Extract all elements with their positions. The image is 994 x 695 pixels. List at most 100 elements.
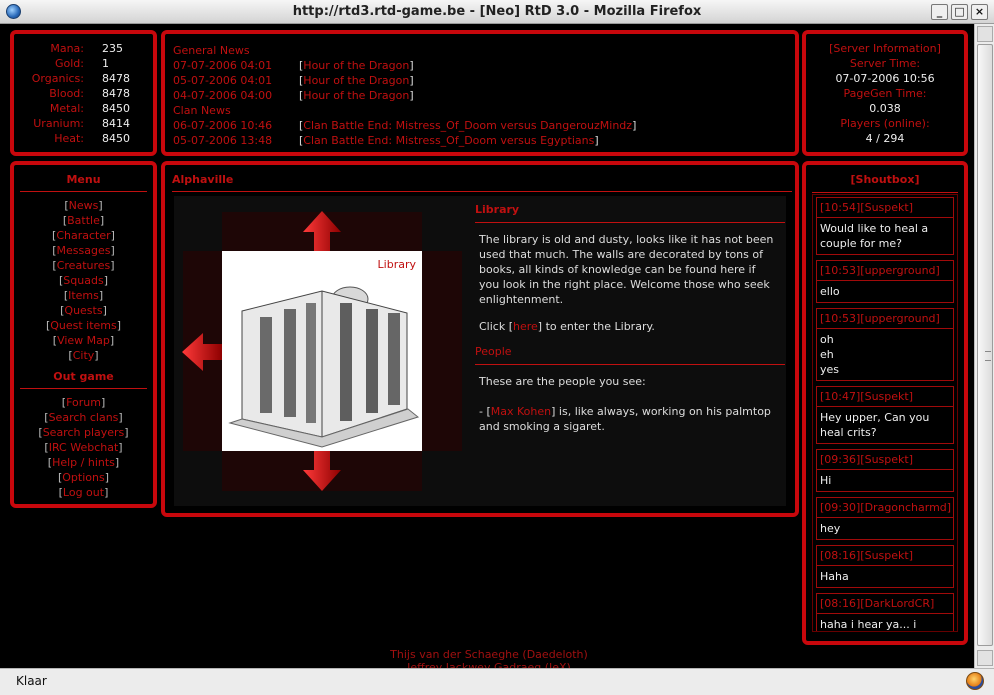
menu-link[interactable]: Quests xyxy=(64,304,102,317)
menu-link[interactable]: Battle xyxy=(67,214,100,227)
window-titlebar[interactable]: http://rtd3.rtd-game.be - [Neo] RtD 3.0 … xyxy=(0,0,994,24)
clan-news-item[interactable]: 05-07-2006 13:48 [Clan Battle End: Mistre… xyxy=(173,134,599,147)
scrollbar-thumb[interactable] xyxy=(977,44,993,646)
menu-item[interactable]: [Quests] xyxy=(14,304,153,319)
menu-link[interactable]: IRC Webchat xyxy=(49,441,119,454)
resource-label: Blood: xyxy=(49,87,84,100)
server-info-panel: [Server Information] Server Time: 07-07-… xyxy=(802,30,968,156)
menu-link[interactable]: Search players xyxy=(43,426,125,439)
menu-item[interactable]: [Log out] xyxy=(14,486,153,501)
shout-time: [10:47] xyxy=(820,390,861,403)
news-link[interactable]: Hour of the Dragon xyxy=(303,59,409,72)
news-link[interactable]: Clan Battle End: Mistress_Of_Doom versus… xyxy=(303,134,594,147)
shout-user-link[interactable]: [Dragoncharmd] xyxy=(860,501,951,514)
shout-user-link[interactable]: [upperground] xyxy=(860,312,940,325)
news-date: 05-07-2006 04:01 xyxy=(173,74,273,87)
menu-item[interactable]: [Forum] xyxy=(14,396,153,411)
menu-item[interactable]: [Messages] xyxy=(14,244,153,259)
south-arrow-icon[interactable] xyxy=(300,450,344,492)
shout-time: [08:16] xyxy=(820,549,861,562)
maximize-button[interactable]: □ xyxy=(951,4,968,20)
menu-link[interactable]: Messages xyxy=(57,244,111,257)
menu-item[interactable]: [Options] xyxy=(14,471,153,486)
menu-link[interactable]: View Map xyxy=(57,334,110,347)
menu-item[interactable]: [City] xyxy=(14,349,153,364)
shout-time: [09:30] xyxy=(820,501,861,514)
menu-item[interactable]: [Search clans] xyxy=(14,411,153,426)
menu-item[interactable]: [Items] xyxy=(14,289,153,304)
menu-link[interactable]: Quest items xyxy=(50,319,117,332)
enter-library-text: Click [here] to enter the Library. xyxy=(479,320,655,333)
menu-link[interactable]: Items xyxy=(68,289,99,302)
shout-user-link[interactable]: [Suspekt] xyxy=(860,453,913,466)
menu-link[interactable]: Creatures xyxy=(57,259,111,272)
shoutbox-messages[interactable]: [10:54][Suspekt] Would like to heal a coup… xyxy=(812,194,958,632)
shout-header: [10:47][Suspekt] xyxy=(817,387,953,407)
news-link[interactable]: Hour of the Dragon xyxy=(303,74,409,87)
footer-credit-1: Thijs van der Schaeghe (Daedeloth) xyxy=(390,648,588,661)
resource-value: 235 xyxy=(102,42,123,55)
shout-user-link[interactable]: [DarkLordCR] xyxy=(860,597,934,610)
enter-library-link[interactable]: here xyxy=(513,320,538,333)
resource-value: 8450 xyxy=(102,102,130,115)
shout-message: [10:47][Suspekt] Hey upper, Can you heal c… xyxy=(816,386,954,444)
vertical-scrollbar[interactable] xyxy=(974,24,994,668)
resource-row: Heat: 8450 xyxy=(14,132,154,147)
menu-item[interactable]: [Quest items] xyxy=(14,319,153,334)
menu-panel: Menu [News] [Battle] [Character] [Messages]… xyxy=(10,161,157,508)
menu-link[interactable]: Search clans xyxy=(49,411,119,424)
menu-link[interactable]: Character xyxy=(56,229,110,242)
resource-label: Gold: xyxy=(55,57,84,70)
scroll-up-arrow-icon[interactable] xyxy=(977,26,993,42)
menu-item[interactable]: [View Map] xyxy=(14,334,153,349)
shout-line: Would like to heal a xyxy=(820,222,929,235)
close-button[interactable]: × xyxy=(971,4,988,20)
shout-header: [10:54][Suspekt] xyxy=(817,198,953,218)
shout-time: [08:16] xyxy=(820,597,861,610)
footer-credit-2: Jeffrey Jackwey Gadraeg (JeX) xyxy=(407,661,571,668)
shout-line: Hi xyxy=(820,474,832,487)
menu-link[interactable]: Log out xyxy=(63,486,104,499)
clan-news-item[interactable]: 06-07-2006 10:46 [Clan Battle End: Mistre… xyxy=(173,119,636,132)
menu-item[interactable]: [Help / hints] xyxy=(14,456,153,471)
shout-time: [10:54] xyxy=(820,201,861,214)
general-news-heading: General News xyxy=(173,44,250,57)
menu-item[interactable]: [IRC Webchat] xyxy=(14,441,153,456)
shout-user-link[interactable]: [Suspekt] xyxy=(860,201,913,214)
resource-row: Mana: 235 xyxy=(14,42,154,57)
menu-item[interactable]: [News] xyxy=(14,199,153,214)
menu-item[interactable]: [Character] xyxy=(14,229,153,244)
minimize-button[interactable]: _ xyxy=(931,4,948,20)
menu-link[interactable]: City xyxy=(73,349,95,362)
shout-user-link[interactable]: [upperground] xyxy=(860,264,940,277)
shout-user-link[interactable]: [Suspekt] xyxy=(860,390,913,403)
person-link-max-kohen[interactable]: Max Kohen xyxy=(491,405,551,418)
menu-link[interactable]: Options xyxy=(62,471,104,484)
resource-value: 8414 xyxy=(102,117,130,130)
resource-row: Uranium: 8414 xyxy=(14,117,154,132)
general-news-item[interactable]: 07-07-2006 04:01 [Hour of the Dragon] xyxy=(173,59,414,72)
news-date: 07-07-2006 04:01 xyxy=(173,59,273,72)
menu-link[interactable]: News xyxy=(69,199,99,212)
news-link[interactable]: Clan Battle End: Mistress_Of_Doom versus… xyxy=(303,119,632,132)
news-date: 05-07-2006 13:48 xyxy=(173,134,273,147)
west-arrow-icon[interactable] xyxy=(181,330,223,374)
shout-message: [09:36][Suspekt] Hi xyxy=(816,449,954,492)
server-time-value: 07-07-2006 10:56 xyxy=(835,72,935,85)
north-arrow-icon[interactable] xyxy=(300,210,344,252)
menu-item[interactable]: [Squads] xyxy=(14,274,153,289)
people-title: People xyxy=(475,345,512,358)
general-news-item[interactable]: 05-07-2006 04:01 [Hour of the Dragon] xyxy=(173,74,414,87)
menu-link[interactable]: Forum xyxy=(66,396,101,409)
menu-item[interactable]: [Creatures] xyxy=(14,259,153,274)
menu-link[interactable]: Help / hints xyxy=(52,456,115,469)
menu-item[interactable]: [Battle] xyxy=(14,214,153,229)
resource-row: Gold: 1 xyxy=(14,57,154,72)
scroll-down-arrow-icon[interactable] xyxy=(977,650,993,666)
shout-user-link[interactable]: [Suspekt] xyxy=(860,549,913,562)
menu-link[interactable]: Squads xyxy=(63,274,103,287)
general-news-item[interactable]: 04-07-2006 04:00 [Hour of the Dragon] xyxy=(173,89,414,102)
news-panel: General News 07-07-2006 04:01 [Hour of th… xyxy=(161,30,799,156)
news-link[interactable]: Hour of the Dragon xyxy=(303,89,409,102)
menu-item[interactable]: [Search players] xyxy=(14,426,153,441)
